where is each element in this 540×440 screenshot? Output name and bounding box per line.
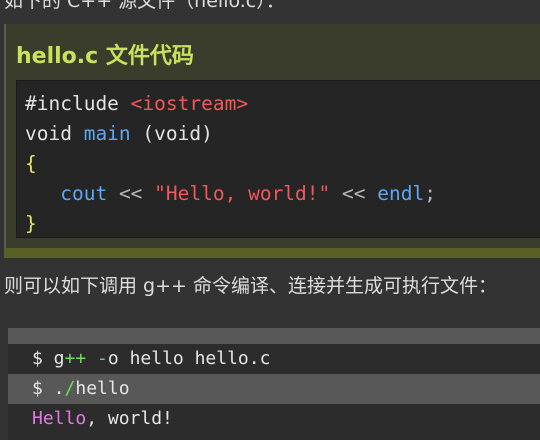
- stream-operator: <<: [107, 182, 155, 205]
- include-directive: #include: [25, 92, 131, 115]
- code-block: #include <iostream> void main (void) { c…: [16, 80, 540, 238]
- output-rest: , world!: [86, 408, 173, 429]
- prompt-text: $ g: [32, 348, 65, 369]
- output-word: Hello: [32, 408, 87, 429]
- cout-token: cout: [60, 182, 108, 205]
- instruction-text: 则可以如下调用 g++ 命令编译、连接并生成可执行文件：: [4, 275, 497, 297]
- code-line-2: void main (void): [25, 119, 213, 149]
- function-params: (void): [130, 122, 213, 145]
- terminal-block: $ g++ -o hello hello.c $ ./hello Hello, …: [8, 328, 540, 440]
- terminal-line-output: Hello, world!: [8, 404, 540, 434]
- stream-operator: <<: [330, 182, 378, 205]
- endl-token: endl: [377, 182, 425, 205]
- open-brace: {: [25, 152, 37, 175]
- terminal-line-run: $ ./hello: [8, 374, 540, 404]
- return-type: void: [25, 122, 84, 145]
- code-example-box: hello.c 文件代码 #include <iostream> void ma…: [4, 24, 540, 258]
- intro-text: 如下的 C++ 源文件（hello.c）：: [4, 0, 285, 12]
- plus-plus: ++: [64, 348, 87, 369]
- code-line-5: }: [25, 209, 37, 239]
- code-line-1: #include <iostream>: [25, 89, 248, 119]
- example-title: hello.c 文件代码: [16, 44, 194, 69]
- path-slash: /: [64, 378, 76, 399]
- include-header: <iostream>: [130, 92, 249, 115]
- terminal-top-bar: [8, 328, 540, 344]
- code-line-4: cout << "Hello, world!" << endl;: [25, 179, 436, 209]
- semicolon: ;: [424, 182, 436, 205]
- close-brace: }: [25, 212, 37, 235]
- function-name: main: [83, 122, 131, 145]
- option-dash: -: [86, 348, 108, 369]
- string-literal: "Hello, world!": [154, 182, 331, 205]
- prompt-text: $ .: [32, 378, 65, 399]
- command-args: o hello hello.c: [107, 348, 271, 369]
- terminal-line-compile: $ g++ -o hello hello.c: [8, 344, 540, 374]
- command-args: hello: [75, 378, 130, 399]
- code-line-3: {: [25, 149, 37, 179]
